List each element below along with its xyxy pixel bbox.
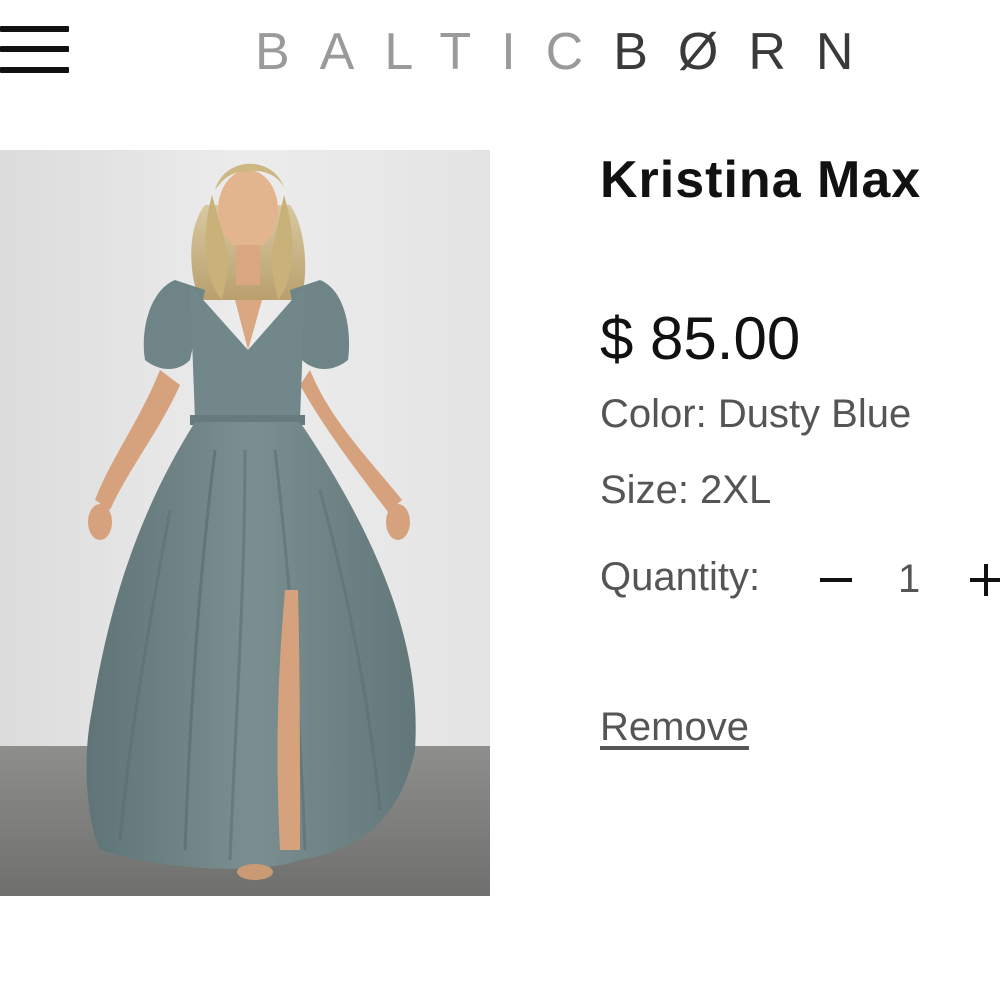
logo-text-born: BØRN (613, 23, 884, 81)
menu-bar-middle (0, 46, 69, 52)
product-image[interactable] (0, 150, 490, 896)
quantity-stepper: Quantity: 1 (600, 552, 1000, 606)
product-color: Color: Dusty Blue (600, 392, 912, 436)
cart-page: BALTICBØRN Kristina Max $ 85.00 Color: D… (0, 0, 1000, 1000)
product-title[interactable]: Kristina Max (600, 148, 921, 212)
quantity-label: Quantity: (600, 555, 761, 599)
menu-bar-top (0, 26, 69, 32)
remove-link[interactable]: Remove (600, 702, 749, 752)
logo-text-baltic: BALTIC (255, 23, 614, 81)
menu-bar-bottom (0, 67, 69, 73)
minus-icon[interactable] (818, 554, 856, 602)
quantity-value: 1 (898, 557, 921, 601)
brand-logo[interactable]: BALTICBØRN (255, 24, 883, 80)
plus-icon[interactable] (968, 554, 1000, 602)
product-price: $ 85.00 (600, 305, 801, 372)
hamburger-menu-icon[interactable] (0, 26, 70, 78)
model-photo (0, 150, 490, 896)
product-size: Size: 2XL (600, 468, 772, 512)
